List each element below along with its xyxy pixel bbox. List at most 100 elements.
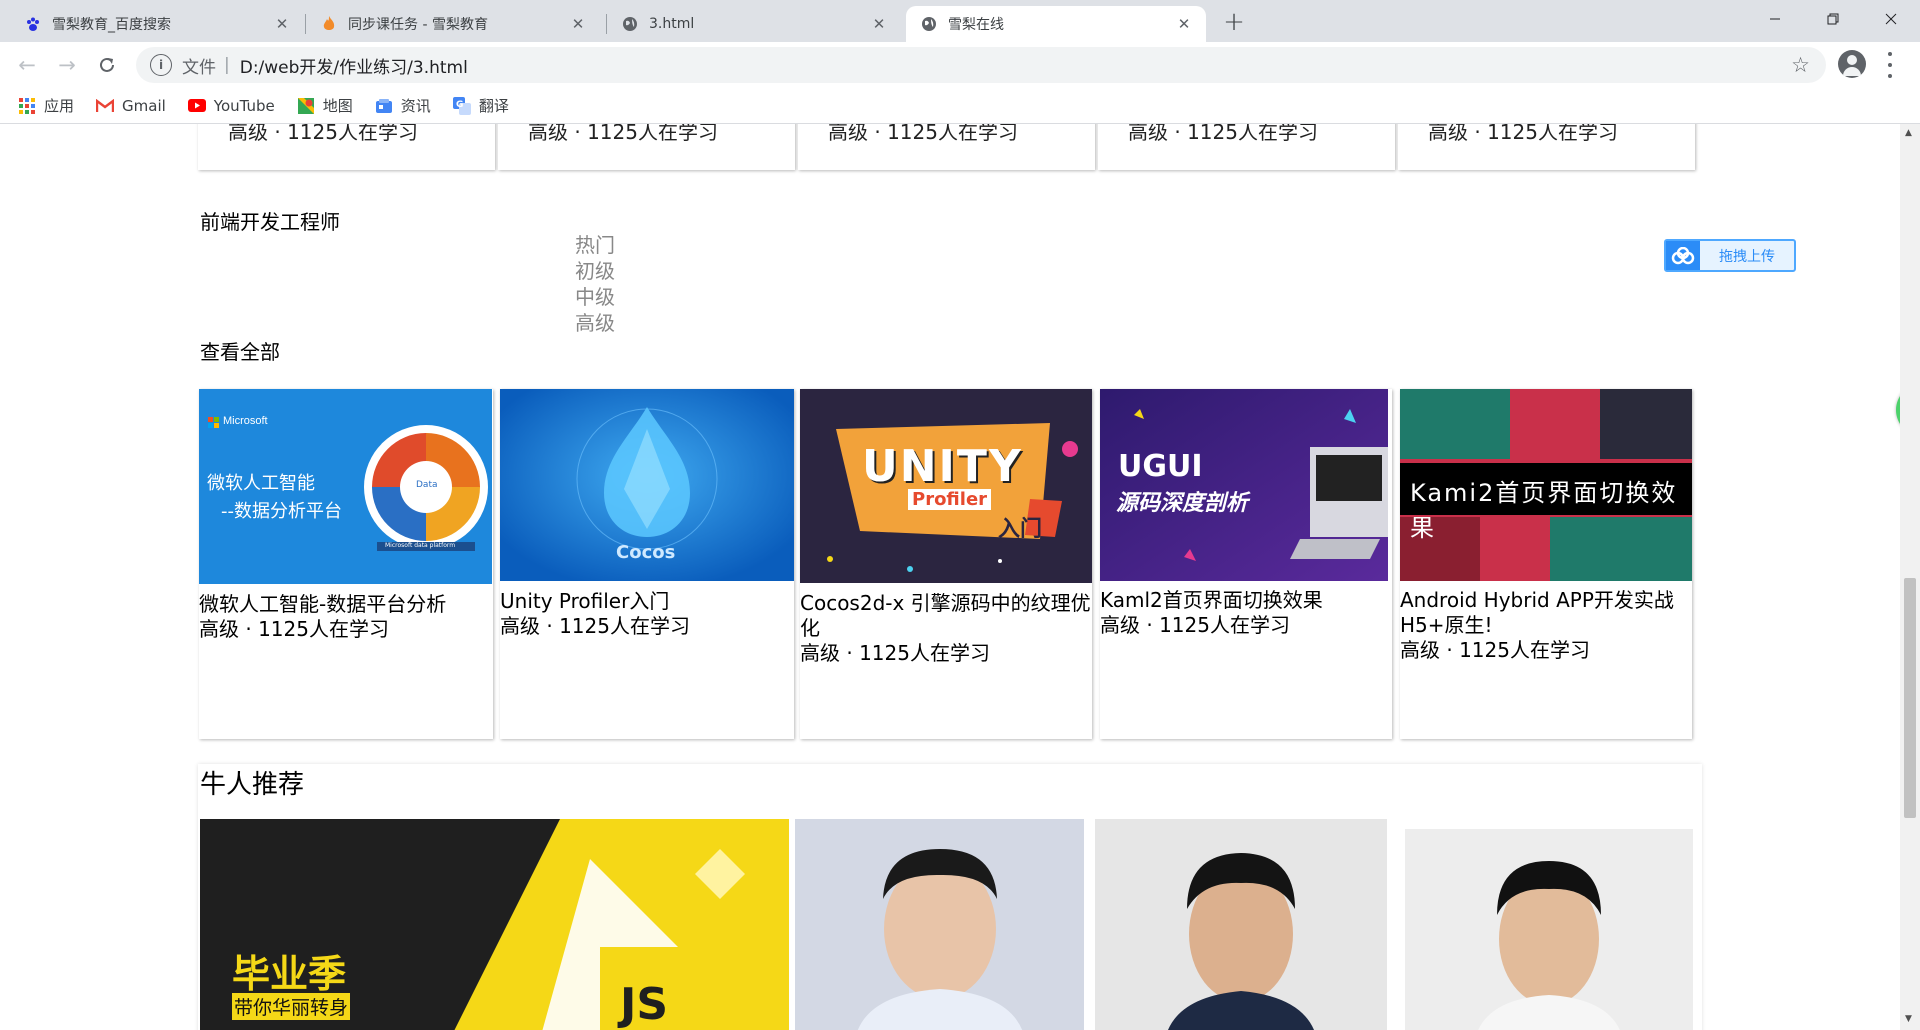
tab-sync-task[interactable]: 同步课任务 - 雪梨教育 ✕ [306,6,600,42]
course-title[interactable]: Cocos2d-x 引擎源码中的纹理优化 [800,591,1092,641]
banner-headline: 毕业季 [232,952,347,996]
minimize-icon[interactable] [1746,0,1804,38]
intro-tag: 入门 [998,517,1043,542]
level-advanced[interactable]: 高级 [575,310,615,336]
unity-word: UNITY [862,441,1023,492]
tab-3-html[interactable]: 3.html ✕ [607,6,901,42]
bookmarks-bar: 应用 Gmail YouTube 地图 资讯 G 翻译 [0,88,1920,124]
upload-label: 拖拽上传 [1719,248,1775,265]
tab-label: 同步课任务 - 雪梨教育 [348,17,488,33]
course-meta: 高级 · 1125人在学习 [199,617,389,641]
more-menu-icon[interactable] [1886,52,1894,78]
course-meta: 高级 · 1125人在学习 [1428,124,1618,144]
bookmark-gmail[interactable]: Gmail [96,97,166,115]
gmail-icon [96,97,115,115]
course-thumbnail: UNITY Profiler 入门 [800,389,1092,583]
level-hot[interactable]: 热门 [575,232,615,258]
course-meta: 高级 · 1125人在学习 [828,124,1018,144]
cloud-icon [1666,241,1700,270]
view-all-link[interactable]: 查看全部 [200,336,280,365]
cocos-brand: Cocos [616,542,676,563]
page-scrollbar[interactable]: ▲ ▼ [1900,124,1920,1030]
course-title[interactable]: 微软人工智能-数据平台分析 [199,592,493,617]
course-thumbnail: Cocos [500,389,794,581]
course-title[interactable]: Android Hybrid APP开发实战H5+原生! [1400,588,1692,638]
bookmark-star-icon[interactable]: ☆ [1791,53,1810,77]
thumb-line2: --数据分析平台 [221,501,342,522]
globe-icon [920,15,938,33]
scroll-down-arrow-icon[interactable]: ▼ [1905,1014,1912,1024]
js-badge: JS [620,979,669,1030]
news-icon [375,97,393,115]
close-window-icon[interactable] [1862,0,1920,38]
address-separator: | [224,55,230,75]
bookmark-label: 资讯 [400,97,431,115]
bookmark-translate[interactable]: G 翻译 [452,95,509,116]
scrollbar-thumb[interactable] [1904,578,1916,818]
thumb-caption: Microsoft data platform [385,542,456,549]
tab-label: 3.html [649,16,695,32]
teacher-photo[interactable] [1095,819,1387,1030]
bookmark-maps[interactable]: 地图 [297,95,353,116]
level-intermediate[interactable]: 中级 [575,284,615,310]
tab-label: 雪梨教育_百度搜索 [52,17,171,33]
course-thumbnail: Kami2首页界面切换效果 [1400,389,1692,581]
course-meta: 高级 · 1125人在学习 [528,124,718,144]
course-card[interactable]: UGUI 源码深度剖析 Kaml2首页界面切换效果 高级 · 1125人在学习 [1100,389,1392,739]
course-title[interactable]: Kaml2首页界面切换效果 [1100,588,1392,613]
address-url[interactable]: D:/web开发/作业练习/3.html [240,53,468,78]
translate-icon: G [452,96,471,115]
course-card[interactable]: Cocos Unity Profiler入门 高级 · 1125人在学习 [500,389,794,739]
maps-icon [297,97,315,115]
tab-baidu-search[interactable]: 雪梨教育_百度搜索 ✕ [10,6,304,42]
graduation-banner[interactable]: 毕业季 带你华丽转身 JS [200,819,789,1030]
svg-text:G: G [456,100,463,110]
course-title[interactable]: Unity Profiler入门 [500,589,794,614]
level-beginner[interactable]: 初级 [575,258,615,284]
tab-xueli-online[interactable]: 雪梨在线 ✕ [906,6,1206,42]
recommend-title: 牛人推荐 [200,770,305,800]
ugui-word: UGUI [1118,449,1203,484]
close-icon[interactable]: ✕ [568,14,588,34]
restore-icon[interactable] [1804,0,1862,38]
course-meta: 高级 · 1125人在学习 [1100,613,1290,637]
ms-brand-text: Microsoft [223,415,268,427]
banner-subline: 带你华丽转身 [232,993,351,1020]
thumb-line1: 微软人工智能 [207,473,315,494]
bookmark-label: 应用 [44,97,75,115]
drag-upload-button[interactable]: 拖拽上传 [1664,239,1796,272]
ugui-sub: 源码深度剖析 [1116,491,1249,516]
bookmark-label: YouTube [213,96,275,115]
close-icon[interactable]: ✕ [272,14,292,34]
course-card[interactable]: Microsoft 微软人工智能 --数据分析平台 Data Microsoft… [199,389,493,739]
course-meta: 高级 · 1125人在学习 [800,641,990,665]
address-bar[interactable]: i 文件 | D:/web开发/作业练习/3.html ☆ [136,47,1826,83]
course-thumbnail: Microsoft 微软人工智能 --数据分析平台 Data Microsoft… [199,389,492,584]
bookmark-label: Gmail [122,96,166,115]
reload-icon[interactable] [92,50,122,80]
new-tab-button[interactable]: + [1218,7,1250,37]
close-icon[interactable]: ✕ [869,14,889,34]
bookmark-news[interactable]: 资讯 [375,95,431,116]
scroll-up-arrow-icon[interactable]: ▲ [1905,128,1912,138]
bookmark-apps[interactable]: 应用 [18,95,74,116]
close-icon[interactable]: ✕ [1174,14,1194,34]
tab-label: 雪梨在线 [948,17,1004,33]
course-meta: 高级 · 1125人在学习 [1128,124,1318,144]
profile-avatar-icon[interactable] [1838,50,1866,78]
teacher-photo[interactable] [1405,829,1693,1030]
course-card[interactable]: Kami2首页界面切换效果 Android Hybrid APP开发实战H5+原… [1400,389,1692,739]
browser-toolbar: ← → i 文件 | D:/web开发/作业练习/3.html ☆ [0,42,1920,88]
course-thumbnail: UGUI 源码深度剖析 [1100,389,1388,581]
bookmark-youtube[interactable]: YouTube [187,96,275,115]
paw-icon [24,15,42,33]
level-filter: 热门 初级 中级 高级 [575,232,615,336]
forward-arrow-icon[interactable]: → [52,50,82,80]
flame-icon [320,15,338,33]
course-card[interactable]: UNITY Profiler 入门 Cocos2d-x 引擎源码中的纹理优化 高… [800,389,1092,739]
teacher-photo[interactable] [795,819,1084,1030]
back-arrow-icon[interactable]: ← [12,50,42,80]
profiler-word: Profiler [908,489,992,510]
apps-grid-icon [18,97,36,115]
info-icon[interactable]: i [150,54,172,76]
